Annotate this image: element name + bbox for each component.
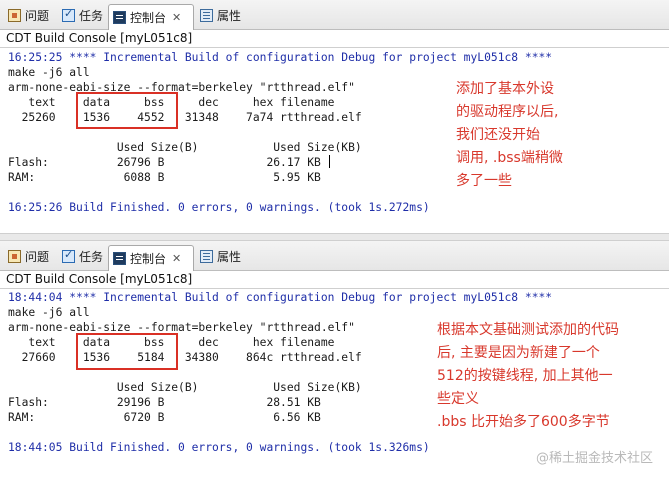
problems-icon	[8, 250, 21, 263]
console-line-ram: RAM: 6088 B 5.95 KB	[8, 171, 321, 184]
annotation-note: 根据本文基础测试添加的代码 后, 主要是因为新建了一个 512的按键线程, 加上…	[437, 322, 619, 430]
console-view-top: 问题 任务 控制台 ✕ 属性 CDT Build Console [myL051…	[0, 0, 669, 233]
console-line-size-values: 27660 1536 5184 34380 864c rtthread.elf	[8, 351, 362, 364]
tab-label: 属性	[217, 9, 242, 23]
close-icon[interactable]: ✕	[172, 11, 181, 24]
tab-problems[interactable]: 问题	[4, 5, 53, 26]
problems-icon	[8, 9, 21, 22]
console-line-flash: Flash: 29196 B 28.51 KB	[8, 396, 321, 409]
view-tab-bar: 问题 任务 控制台 ✕ 属性	[0, 241, 669, 271]
close-icon[interactable]: ✕	[172, 252, 181, 265]
console-line-ram: RAM: 6720 B 6.56 KB	[8, 411, 321, 424]
console-line: make -j6 all	[8, 66, 90, 79]
tab-console[interactable]: 控制台 ✕	[108, 4, 194, 30]
console-title-bar: CDT Build Console [myL051c8]	[0, 271, 669, 289]
watermark: @稀土掘金技术社区	[535, 451, 653, 466]
console-icon	[113, 252, 126, 265]
tasks-icon	[62, 248, 75, 263]
tab-problems[interactable]: 问题	[4, 246, 53, 267]
text-caret	[329, 155, 330, 168]
console-title: CDT Build Console [myL051c8]	[6, 272, 193, 286]
console-line-build-finished: 18:44:05 Build Finished. 0 errors, 0 war…	[8, 441, 430, 454]
tab-tasks[interactable]: 任务	[58, 246, 107, 267]
console-title: CDT Build Console [myL051c8]	[6, 31, 193, 45]
view-tab-bar: 问题 任务 控制台 ✕ 属性	[0, 0, 669, 30]
console-line-usage-header: Used Size(B) Used Size(KB)	[8, 381, 362, 394]
tab-label: 问题	[25, 9, 50, 23]
tab-console[interactable]: 控制台 ✕	[108, 245, 194, 271]
view-divider[interactable]	[0, 233, 669, 241]
properties-icon	[200, 250, 213, 263]
properties-icon	[200, 9, 213, 22]
console-view-bottom: 问题 任务 控制台 ✕ 属性 CDT Build Console [myL051…	[0, 241, 669, 482]
console-title-bar: CDT Build Console [myL051c8]	[0, 30, 669, 48]
console-line: arm-none-eabi-size --format=berkeley "rt…	[8, 81, 355, 94]
console-line-usage-header: Used Size(B) Used Size(KB)	[8, 141, 362, 154]
console-line: arm-none-eabi-size --format=berkeley "rt…	[8, 321, 355, 334]
console-line-build-start: 16:25:25 **** Incremental Build of confi…	[8, 51, 553, 64]
tab-label: 任务	[79, 9, 104, 23]
highlight-box	[76, 92, 178, 129]
tab-properties[interactable]: 属性	[196, 246, 245, 267]
tab-properties[interactable]: 属性	[196, 5, 245, 26]
tab-label: 任务	[79, 250, 104, 264]
console-line-build-start: 18:44:04 **** Incremental Build of confi…	[8, 291, 553, 304]
console-line-build-finished: 16:25:26 Build Finished. 0 errors, 0 war…	[8, 201, 430, 214]
tab-label: 问题	[25, 250, 50, 264]
tasks-icon	[62, 7, 75, 22]
console-icon	[113, 11, 126, 24]
annotation-note: 添加了基本外设 的驱动程序以后, 我们还没开始 调用, .bss端稍微 多了一些	[456, 81, 563, 189]
highlight-box	[76, 333, 178, 370]
console-line-flash: Flash: 26796 B 26.17 KB	[8, 156, 321, 169]
tab-tasks[interactable]: 任务	[58, 5, 107, 26]
tab-label: 属性	[217, 250, 242, 264]
tab-label: 控制台	[130, 11, 167, 25]
console-line-size-values: 25260 1536 4552 31348 7a74 rtthread.elf	[8, 111, 362, 124]
console-line: make -j6 all	[8, 306, 90, 319]
tab-label: 控制台	[130, 252, 167, 266]
